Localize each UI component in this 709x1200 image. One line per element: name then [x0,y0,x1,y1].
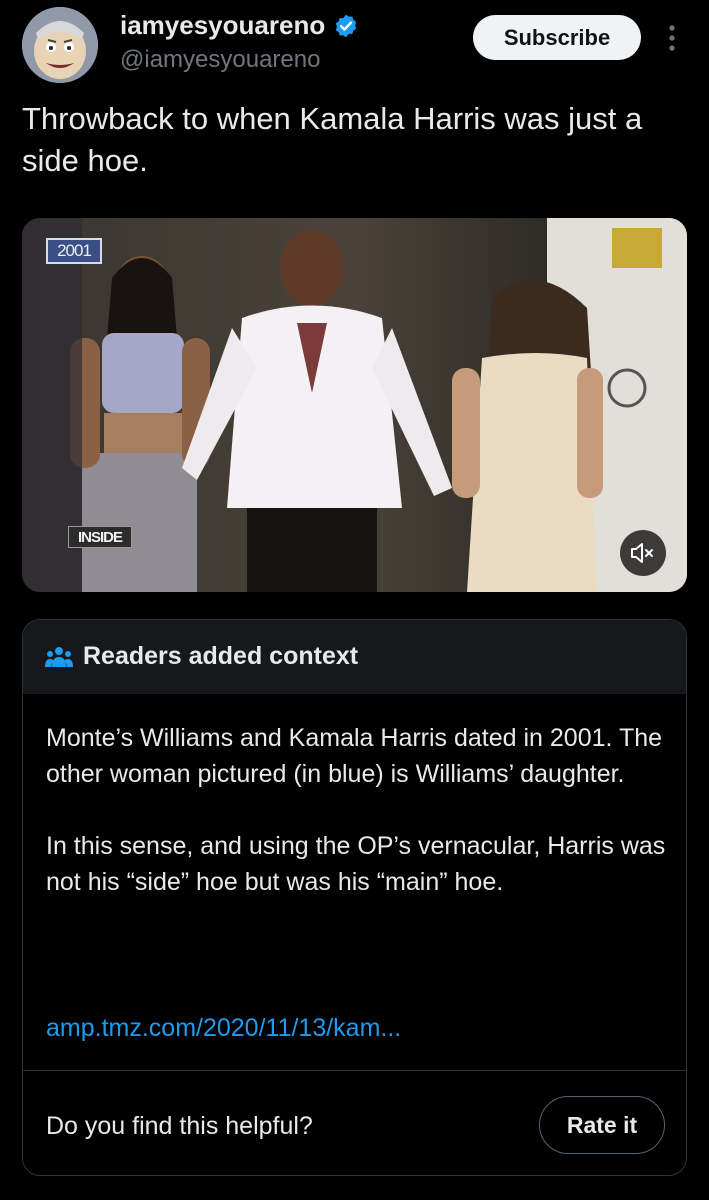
more-vertical-icon[interactable] [662,22,682,54]
subscribe-button[interactable]: Subscribe [473,15,641,60]
note-paragraph: Monte’s Williams and Kamala Harris dated… [46,724,663,788]
divider [23,1070,686,1071]
people-icon [45,647,73,667]
community-note: Readers added context Monte’s Williams a… [22,619,687,1176]
mute-button[interactable] [620,530,666,576]
note-source-link[interactable]: amp.tmz.com/2020/11/13/kam... [46,1014,401,1043]
author-name-row[interactable]: iamyesyouareno [120,10,359,41]
community-note-body: Monte’s Williams and Kamala Harris dated… [46,720,666,936]
speaker-muted-icon [631,543,653,563]
helpful-question: Do you find this helpful? [46,1112,313,1140]
community-note-header: Readers added context [23,620,686,694]
verified-badge-icon [336,14,357,37]
tweet-text: Throwback to when Kamala Harris was just… [22,101,643,178]
video-player[interactable]: 2001 INSIDE [22,218,687,592]
author-handle[interactable]: @iamyesyouareno [120,46,320,74]
cartoon-face-avatar [22,7,98,83]
community-note-title: Readers added context [83,642,359,670]
rate-it-button[interactable]: Rate it [539,1096,665,1154]
avatar[interactable] [22,7,98,83]
video-year-badge: 2001 [46,238,102,264]
note-paragraph: In this sense, and using the OP’s vernac… [46,832,666,896]
video-show-logo: INSIDE [68,526,132,548]
author-display-name[interactable]: iamyesyouareno [120,10,325,41]
